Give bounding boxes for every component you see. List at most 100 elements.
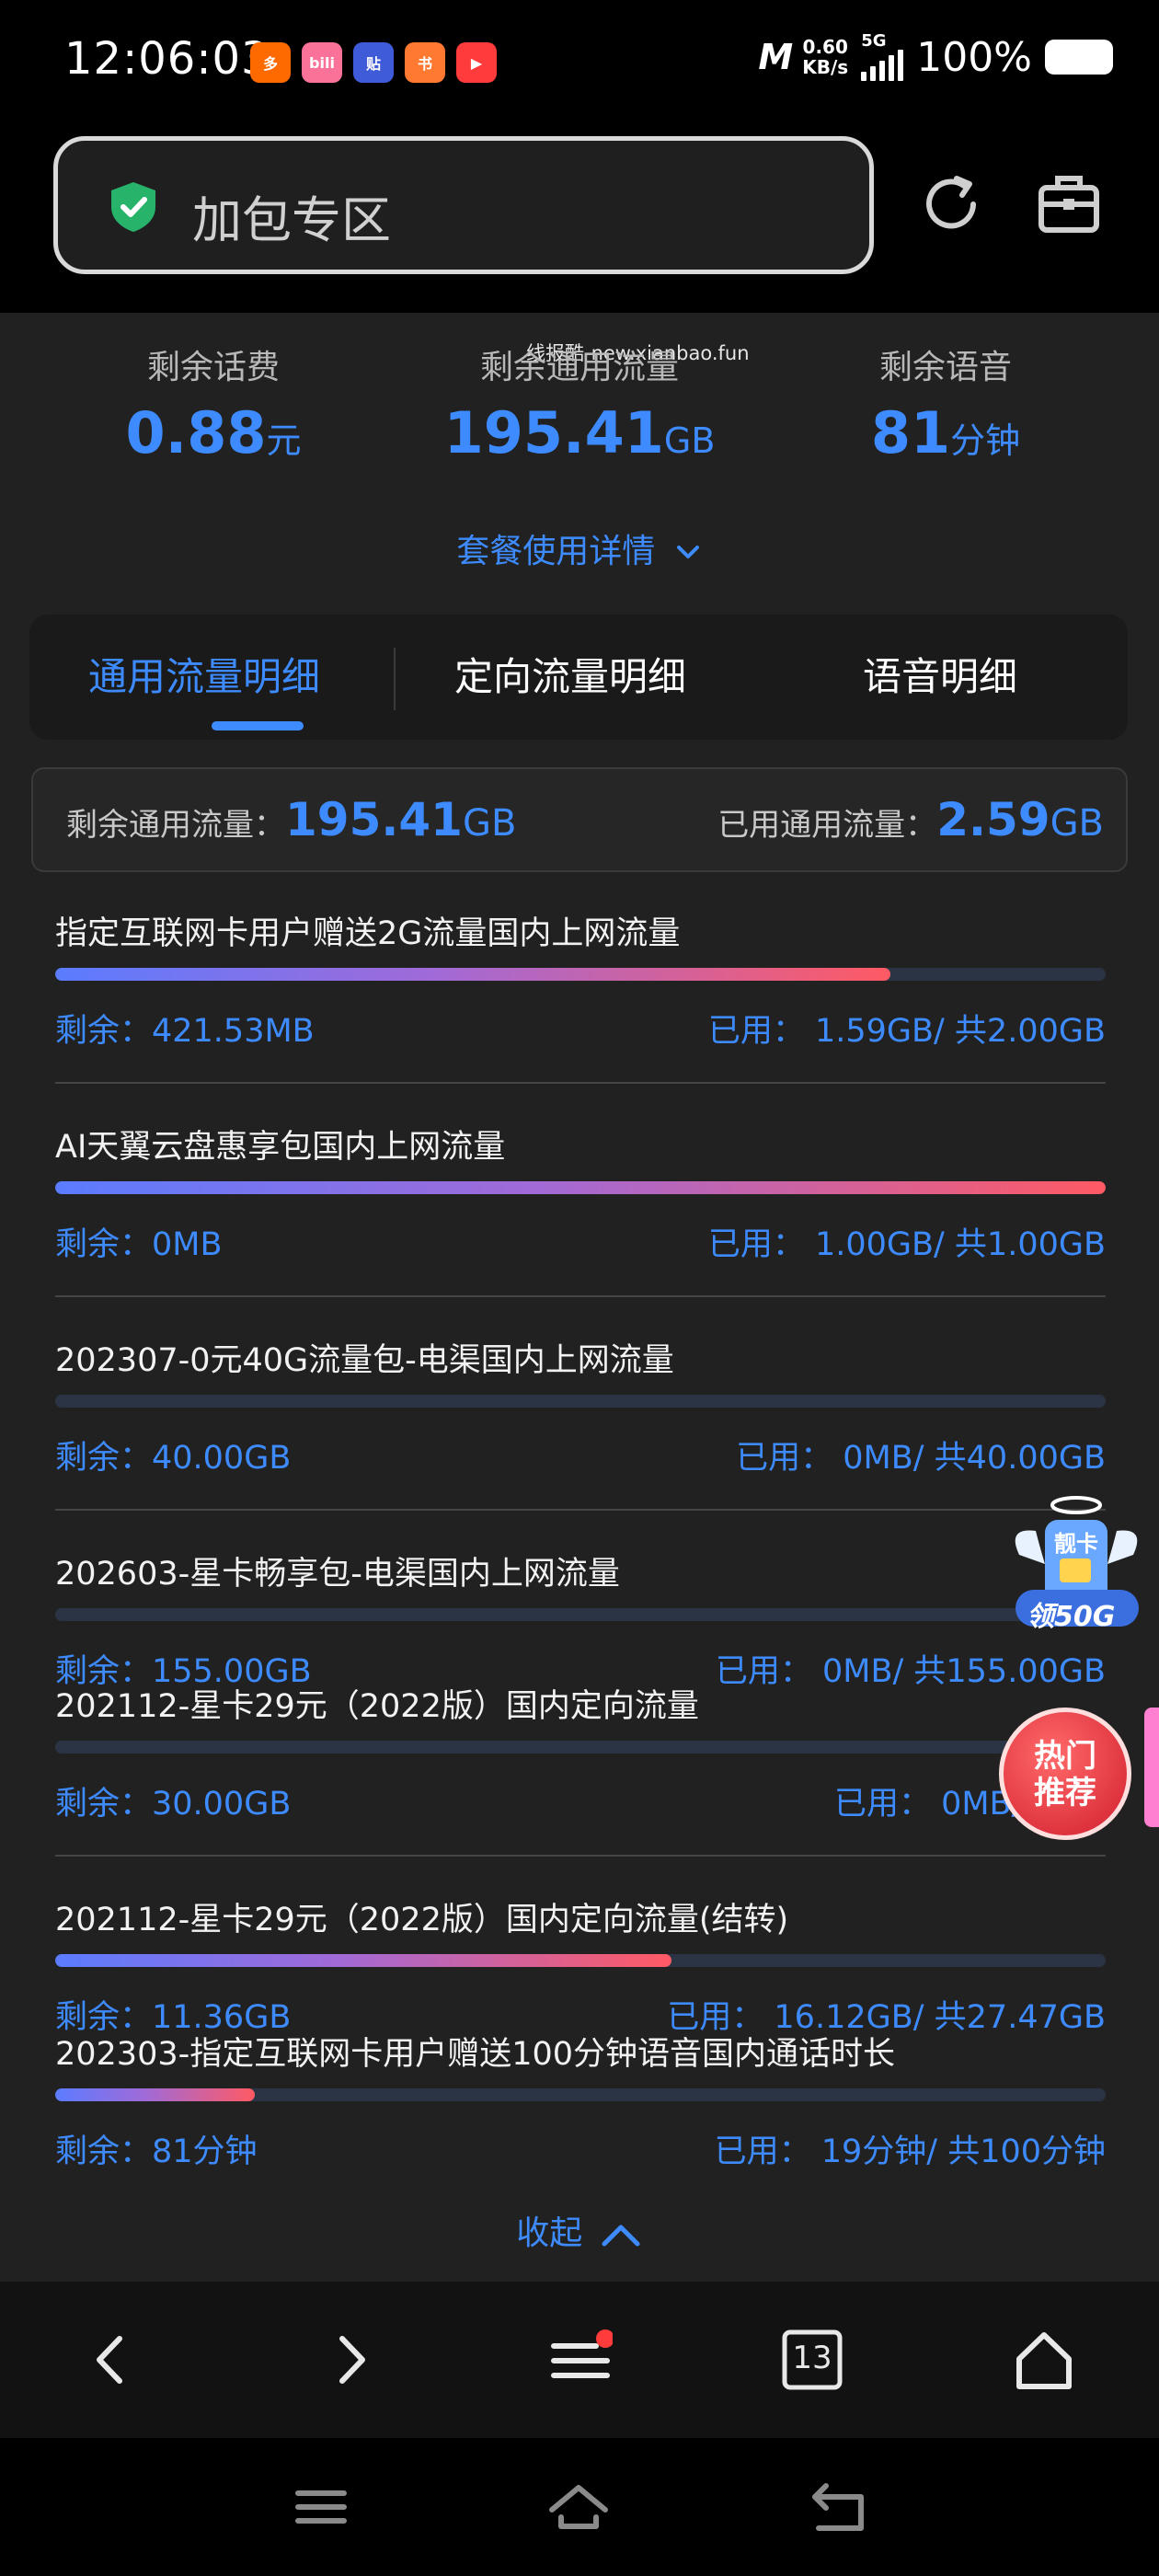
address-text: 加包专区 xyxy=(192,191,391,249)
signal-group: 5G xyxy=(861,31,904,81)
browser-header: 加包专区 xyxy=(0,129,1159,313)
stat-value: 0.88元 xyxy=(125,399,302,466)
usage-progress-track xyxy=(55,968,1106,981)
main-panel: 线报酷-new.xianbao.fun 剩余话费 0.88元 剩余通用流量 19… xyxy=(0,313,1159,2282)
usage-item-title: 指定互联网卡用户赠送2G流量国内上网流量 xyxy=(55,915,681,952)
usage-item-remaining: 剩余：40.00GB xyxy=(55,1440,292,1477)
balance-stats: 剩余话费 0.88元 剩余通用流量 195.41GB 剩余语音 81分钟 xyxy=(0,340,1159,466)
network-type: 5G xyxy=(861,31,887,51)
app-icon-1: 多 xyxy=(250,42,291,83)
detail-tabs: 通用流量明细 定向流量明细 语音明细 xyxy=(29,615,1128,740)
home-icon[interactable] xyxy=(1012,2328,1076,2392)
carrier-icon: M xyxy=(758,37,793,77)
promo-card-widget[interactable]: 靓卡 领50G xyxy=(1003,1490,1150,1638)
usage-item-title: AI天翼云盘惠享包国内上网流量 xyxy=(55,1129,506,1166)
stat-label: 剩余语音 xyxy=(878,349,1012,386)
net-speed-unit: KB/s xyxy=(802,56,849,78)
usage-progress-fill xyxy=(55,1954,672,1967)
app-icon-2: bili xyxy=(302,42,342,83)
system-home-icon[interactable] xyxy=(546,2475,611,2539)
usage-item-divider xyxy=(55,1082,1106,1084)
tab-indicator xyxy=(212,721,304,730)
app-icon-4: 书 xyxy=(405,42,445,83)
plan-details-label: 套餐使用详情 xyxy=(456,533,656,570)
net-speed-value: 0.60 xyxy=(802,36,848,58)
tab-directed-data[interactable]: 定向流量明细 xyxy=(454,646,686,702)
toolbox-icon[interactable] xyxy=(1032,167,1106,241)
collapse-button[interactable]: 收起 xyxy=(0,2206,1159,2254)
tabs-button[interactable]: 13 xyxy=(780,2328,844,2392)
status-bar: 12:06:03 多 bili 贴书 ▶ M 0.60 KB/s 5G 100% xyxy=(0,0,1159,129)
recent-apps-icon[interactable] xyxy=(289,2475,353,2539)
stat-value: 195.41GB xyxy=(443,399,716,466)
app-icon-3: 贴 xyxy=(353,42,394,83)
usage-item: 202307-0元40G流量包-电渠国内上网流量 剩余：40.00GB 已用： 0M… xyxy=(55,1334,1106,1518)
usage-item-title: 202112-星卡29元（2022版）国内定向流量 xyxy=(55,1688,699,1725)
stat-value: 81分钟 xyxy=(870,399,1021,466)
tab-divider xyxy=(394,648,396,710)
usage-item: 202112-星卡29元（2022版）国内定向流量 剩余：30.00GB 已用： 0… xyxy=(55,1680,1106,1864)
collapse-label: 收起 xyxy=(516,2214,583,2252)
usage-item: 指定互联网卡用户赠送2G流量国内上网流量 剩余：421.53MB 已用： 1.59G… xyxy=(55,907,1106,1091)
side-drawer-handle[interactable] xyxy=(1144,1708,1159,1827)
usage-item-used: 已用： 1.00GB/ 共1.00GB xyxy=(707,1226,1106,1263)
net-speed: 0.60 KB/s xyxy=(802,37,848,77)
usage-item-remaining: 剩余：81分钟 xyxy=(55,2133,258,2170)
system-back-icon[interactable] xyxy=(806,2475,870,2539)
stat-label: 剩余话费 xyxy=(146,349,280,386)
status-time: 12:06:03 xyxy=(64,33,270,85)
hot-label-1: 热门 xyxy=(1034,1738,1096,1775)
usage-item: 202303-指定互联网卡用户赠送100分钟语音国内通话时长 剩余：81分钟 已用：… xyxy=(55,2028,1106,2212)
tab-voice[interactable]: 语音明细 xyxy=(863,646,1017,702)
app-icon-5: ▶ xyxy=(456,42,497,83)
stat-label: 剩余通用流量 xyxy=(479,349,679,386)
data-summary: 剩余通用流量：195.41GB 已用通用流量：2.59GB xyxy=(31,767,1128,872)
usage-progress-track xyxy=(55,1741,1106,1754)
usage-progress-track xyxy=(55,1608,1106,1621)
battery-percent: 100% xyxy=(916,33,1032,81)
shield-check-icon xyxy=(111,182,155,232)
usage-progress-fill xyxy=(55,1181,1106,1194)
refresh-icon[interactable] xyxy=(916,167,990,241)
signal-icon xyxy=(861,50,904,81)
chevron-down-icon xyxy=(676,546,699,558)
usage-item-remaining: 剩余：30.00GB xyxy=(55,1786,292,1823)
stat-data: 剩余通用流量 195.41GB xyxy=(386,340,773,466)
usage-progress-track xyxy=(55,1954,1106,1967)
forward-icon[interactable] xyxy=(316,2328,381,2392)
usage-item-title: 202603-星卡畅享包-电渠国内上网流量 xyxy=(55,1556,620,1593)
tab-general-data[interactable]: 通用流量明细 xyxy=(88,646,320,702)
battery-icon xyxy=(1045,40,1113,75)
system-navigation xyxy=(0,2438,1159,2576)
usage-item-divider xyxy=(55,1509,1106,1511)
summary-used: 已用通用流量：2.59GB xyxy=(717,793,1104,846)
hot-label-2: 推荐 xyxy=(1034,1775,1096,1811)
usage-item-used: 已用： 1.59GB/ 共2.00GB xyxy=(707,1013,1106,1050)
usage-item: AI天翼云盘惠享包国内上网流量 剩余：0MB 已用： 1.00GB/ 共1.00GB xyxy=(55,1121,1106,1305)
address-bar[interactable]: 加包专区 xyxy=(53,136,874,274)
stat-balance: 剩余话费 0.88元 xyxy=(20,340,407,466)
usage-progress-fill xyxy=(55,968,890,981)
status-right: M 0.60 KB/s 5G 100% xyxy=(758,33,1113,81)
status-app-icons: 多 bili 贴书 ▶ xyxy=(250,42,497,83)
usage-progress-track xyxy=(55,1181,1106,1194)
usage-item-remaining: 剩余：421.53MB xyxy=(55,1013,315,1050)
usage-progress-track xyxy=(55,2088,1106,2101)
usage-item-used: 已用： 0MB/ 共40.00GB xyxy=(736,1440,1106,1477)
menu-icon[interactable] xyxy=(548,2328,613,2392)
browser-toolbar: 13 xyxy=(0,2282,1159,2438)
tab-count: 13 xyxy=(792,2340,832,2376)
usage-progress-fill xyxy=(55,2088,255,2101)
usage-item-used: 已用： 19分钟/ 共100分钟 xyxy=(714,2133,1106,2170)
summary-remaining: 剩余通用流量：195.41GB xyxy=(66,793,517,846)
usage-item-title: 202307-0元40G流量包-电渠国内上网流量 xyxy=(55,1342,674,1379)
promo-card-top: 靓卡 xyxy=(1054,1531,1098,1557)
plan-details-link[interactable]: 套餐使用详情 xyxy=(0,524,1159,572)
usage-item-title: 202112-星卡29元（2022版）国内定向流量(结转) xyxy=(55,1902,789,1938)
usage-item-title: 202303-指定互联网卡用户赠送100分钟语音国内通话时长 xyxy=(55,2036,896,2073)
usage-item-remaining: 剩余：0MB xyxy=(55,1226,223,1263)
chevron-up-icon xyxy=(602,2225,640,2247)
promo-card-label: 领50G xyxy=(1027,1601,1116,1633)
hot-recommend-button[interactable]: 热门 推荐 xyxy=(999,1708,1131,1840)
back-icon[interactable] xyxy=(81,2328,145,2392)
